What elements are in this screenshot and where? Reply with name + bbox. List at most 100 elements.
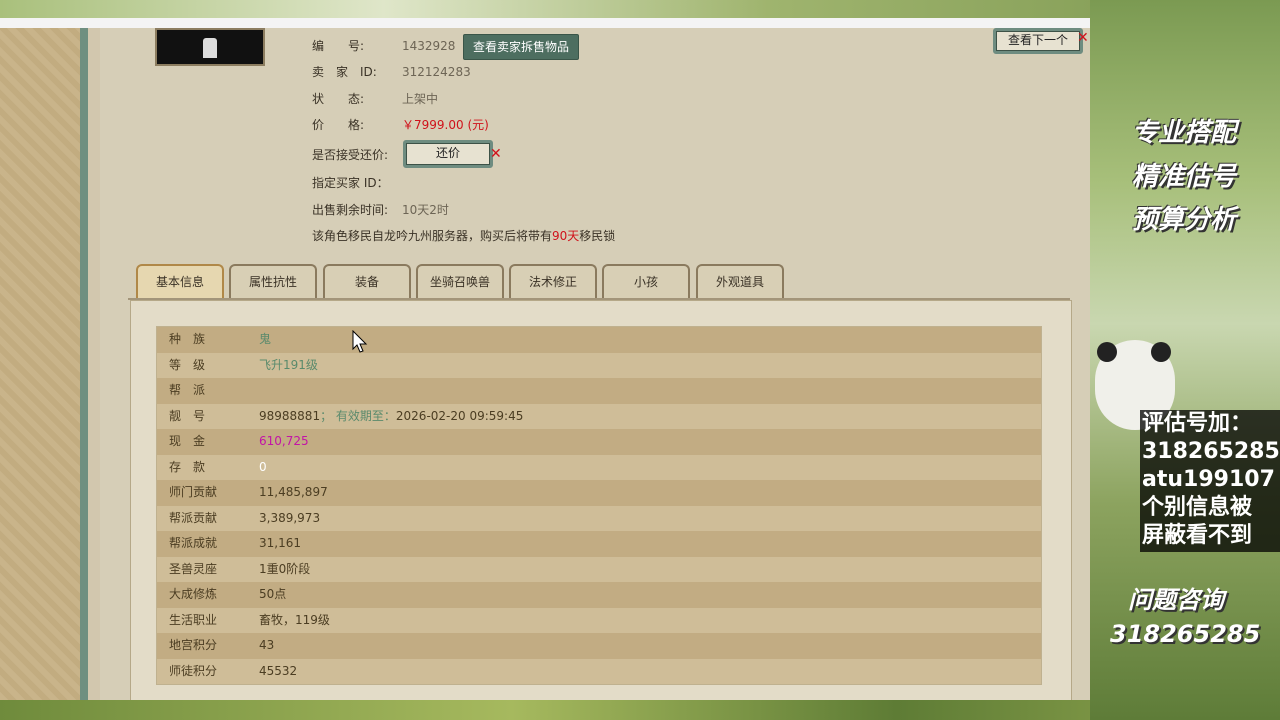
close-icon[interactable]: ✕ [1077, 30, 1089, 46]
row-value: 50点 [259, 587, 287, 601]
status-label: 状 态: [312, 92, 365, 106]
remaining-value: 10天2时 [402, 203, 449, 217]
table-row: 师徒积分 45532 [157, 658, 1041, 684]
contact-box: 评估号加： 318265285 atu199107 个别信息被 屏蔽看不到 [1140, 410, 1280, 552]
table-row: 生活职业 畜牧，119级 [157, 607, 1041, 633]
row-key: 大成修炼 [169, 587, 218, 601]
slogan-2: 精准估号 [1132, 162, 1237, 192]
contact-line: 屏蔽看不到 [1142, 523, 1253, 548]
row-value: 43 [259, 638, 275, 652]
character-figure [203, 38, 217, 58]
tab-attributes[interactable]: 属性抗性 [229, 264, 317, 298]
counter-offer-label: 是否接受还价: [312, 148, 389, 162]
basic-info-table: 种 族 鬼 等 级 飞升191级 帮 派 靓 号 98988881； 有效期至：202… [156, 326, 1042, 685]
contact-line: atu199107 [1142, 467, 1275, 492]
row-value: 610,725 [259, 434, 309, 448]
next-listing-button[interactable]: 查看下一个 [993, 28, 1083, 54]
pretty-number-expiry-date: 2026-02-20 09:59:45 [395, 408, 524, 423]
row-key: 师徒积分 [169, 663, 218, 678]
tab-mounts-pets[interactable]: 坐骑召唤兽 [416, 264, 504, 298]
status-row: 状 态: 上架中 [312, 90, 438, 108]
table-row: 存 款 0 [157, 454, 1041, 480]
left-border [80, 28, 88, 700]
table-row: 帮派贡献 3,389,973 [157, 505, 1041, 531]
slogan-1: 专业搭配 [1132, 118, 1237, 148]
row-key: 生活职业 [169, 612, 218, 627]
counter-offer-button[interactable]: 还价 [403, 140, 493, 168]
table-row: 大成修炼 50点 [157, 582, 1041, 608]
migrate-notice: 该角色移民自龙吟九州服务器，购买后将带有90天移民锁 [312, 227, 615, 245]
migrate-prefix: 该角色移民自龙吟九州服务器，购买后将带有 [312, 229, 553, 243]
row-key: 等 级 [169, 357, 206, 372]
row-key: 帮派成就 [169, 536, 218, 550]
tab-basic-info[interactable]: 基本信息 [136, 264, 224, 298]
listing-id-label: 编 号: [312, 39, 365, 53]
row-key: 师门贡献 [169, 485, 218, 499]
row-value: 31,161 [259, 536, 301, 550]
character-thumbnail [155, 28, 265, 66]
remaining-label: 出售剩余时间: [312, 203, 389, 217]
table-row: 圣兽灵座 1重0阶段 [157, 556, 1041, 582]
counter-offer-row: 是否接受还价: [312, 146, 402, 164]
tab-equipment[interactable]: 装备 [323, 264, 411, 298]
price-value: ￥7999.00 (元) [402, 118, 489, 132]
top-scenery [0, 0, 1280, 20]
row-key: 帮 派 [169, 383, 206, 397]
price-label: 价 格: [312, 118, 365, 132]
contact-line: 个别信息被 [1142, 495, 1253, 520]
row-value: 畜牧，119级 [259, 612, 330, 627]
browser-top-bar [0, 18, 1090, 28]
slogan-3: 预算分析 [1132, 205, 1237, 235]
row-key: 地宫积分 [169, 638, 218, 652]
remaining-row: 出售剩余时间: 10天2时 [312, 201, 449, 219]
row-value: 1重0阶段 [259, 561, 311, 576]
buyer-label: 指定买家 ID： [312, 176, 389, 190]
migrate-suffix: 移民锁 [579, 229, 616, 243]
listing-id-value: 1432928 [402, 39, 456, 53]
row-key: 圣兽灵座 [169, 561, 218, 576]
row-key: 种 族 [169, 332, 206, 346]
row-key: 现 金 [169, 434, 206, 448]
tab-spell-correction[interactable]: 法术修正 [509, 264, 597, 298]
panda-ear-right [1151, 342, 1171, 362]
ask-title: 问题咨询 [1128, 586, 1224, 614]
seller-value: 312124283 [402, 65, 471, 79]
table-row: 地宫积分 43 [157, 633, 1041, 659]
row-key: 帮派贡献 [169, 510, 218, 525]
mouse-cursor-icon [352, 330, 368, 353]
status-value: 上架中 [402, 92, 439, 106]
row-value: 11,485,897 [259, 485, 328, 499]
contact-line: 评估号加： [1142, 411, 1253, 436]
bottom-scenery [0, 700, 1280, 720]
left-decoration [0, 28, 80, 700]
row-value: 3,389,973 [259, 510, 321, 525]
table-row: 现 金 610,725 [157, 429, 1041, 455]
tab-child[interactable]: 小孩 [602, 264, 690, 298]
row-value: 飞升191级 [259, 357, 318, 372]
buyer-row: 指定买家 ID： [312, 174, 402, 192]
view-seller-items-button[interactable]: 查看卖家拆售物品 [463, 34, 579, 60]
migrate-days: 90天 [552, 229, 580, 243]
close-icon[interactable]: ✕ [490, 146, 502, 162]
pretty-number: 98988881 [259, 408, 321, 423]
contact-line: 318265285 [1142, 439, 1280, 464]
table-row: 等 级 飞升191级 [157, 352, 1041, 378]
row-value: 0 [259, 459, 267, 474]
table-row: 靓 号 98988881； 有效期至：2026-02-20 09:59:45 [157, 403, 1041, 430]
seller-row: 卖 家 ID: 312124283 [312, 63, 471, 81]
row-key: 靓 号 [169, 408, 206, 423]
row-value: 98988881； 有效期至：2026-02-20 09:59:45 [259, 404, 523, 430]
row-key: 存 款 [169, 459, 206, 474]
table-row: 种 族鬼 [157, 327, 1041, 353]
pretty-number-expiry-label: ； 有效期至： [320, 408, 396, 423]
listing-panel: 编 号: 1432928 查看卖家拆售物品 卖 家 ID: 312124283 状 … [100, 28, 1090, 700]
price-row: 价 格: ￥7999.00 (元) [312, 116, 489, 134]
table-row: 师门贡献 11,485,897 [157, 480, 1041, 506]
ask-number: 318265285 [1110, 620, 1261, 648]
seller-label: 卖 家 ID: [312, 65, 377, 79]
tab-appearance[interactable]: 外观道具 [696, 264, 784, 298]
table-row: 帮 派 [157, 378, 1041, 404]
row-value: 45532 [259, 663, 298, 678]
listing-id-row: 编 号: 1432928 [312, 37, 455, 55]
table-row: 帮派成就 31,161 [157, 531, 1041, 557]
